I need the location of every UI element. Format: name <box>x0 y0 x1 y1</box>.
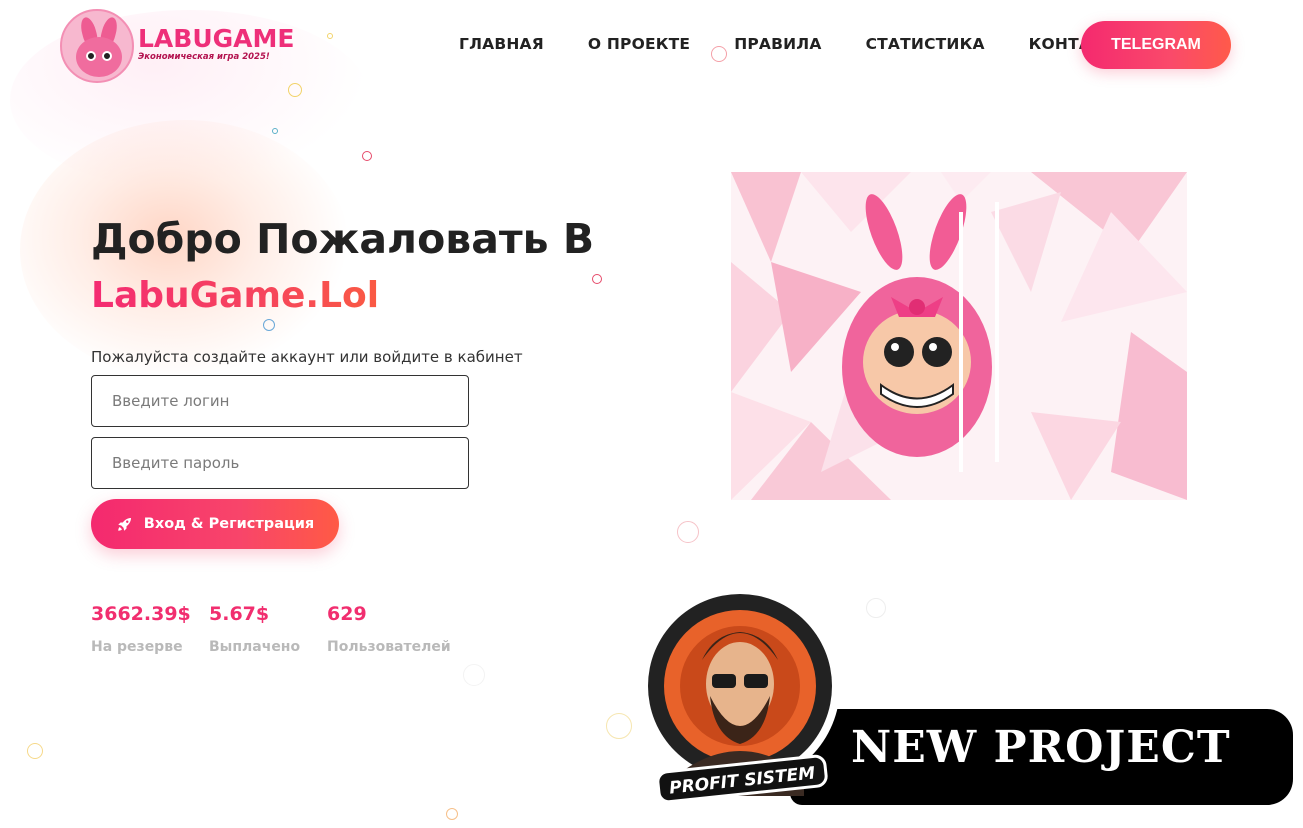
hero-illustration <box>731 172 1187 500</box>
decor-circle <box>463 664 485 686</box>
decor-circle <box>866 598 886 618</box>
logo-mascot-icon <box>60 9 134 83</box>
password-input[interactable] <box>91 437 469 489</box>
site-name-heading: LabuGame.Lol <box>91 270 379 322</box>
decor-circle <box>288 83 302 97</box>
logo-subtitle: Экономическая игра 2025! <box>138 52 270 62</box>
decor-circle <box>446 808 458 820</box>
stat-value: 5.67$ <box>209 603 270 625</box>
stat-users: 629 Пользователей <box>327 603 451 655</box>
login-register-button[interactable]: Вход & Регистрация <box>91 499 339 549</box>
decor-circle <box>362 151 372 161</box>
stat-label: На резерве <box>91 639 183 655</box>
stat-reserve: 3662.39$ На резерве <box>91 603 191 655</box>
nav-item-about[interactable]: О ПРОЕКТЕ <box>588 35 690 53</box>
stat-value: 3662.39$ <box>91 603 191 625</box>
decor-circle <box>606 713 632 739</box>
promo-text: NEW PROJECT <box>851 722 1231 773</box>
decor-circle <box>27 743 43 759</box>
nav-item-rules[interactable]: ПРАВИЛА <box>734 35 821 53</box>
decor-circle <box>327 33 333 39</box>
logo-title: LABUGAME <box>138 24 295 53</box>
nav-item-statistics[interactable]: СТАТИСТИКА <box>866 35 985 53</box>
mascot-illustration <box>731 172 1187 500</box>
profit-sistem-badge-icon: PROFIT SISTEM <box>640 586 840 804</box>
login-hint: Пожалуйста создайте аккаунт или войдите … <box>91 348 523 366</box>
decor-circle <box>272 128 278 134</box>
nav-item-home[interactable]: ГЛАВНАЯ <box>459 35 544 53</box>
stat-paid: 5.67$ Выплачено <box>209 603 300 655</box>
rocket-icon <box>118 518 131 531</box>
decor-circle <box>677 521 699 543</box>
telegram-button[interactable]: TELEGRAM <box>1081 21 1231 69</box>
page-title: Добро Пожаловать В <box>91 215 595 263</box>
stat-label: Выплачено <box>209 639 301 655</box>
login-input[interactable] <box>91 375 469 427</box>
decor-circle <box>592 274 602 284</box>
stat-label: Пользователей <box>327 639 451 655</box>
stat-value: 629 <box>327 603 367 625</box>
site-logo[interactable]: LABUGAME Экономическая игра 2025! <box>60 9 294 83</box>
main-nav: ГЛАВНАЯ О ПРОЕКТЕ ПРАВИЛА СТАТИСТИКА КОН… <box>459 35 1159 53</box>
login-register-label: Вход & Регистрация <box>143 516 315 532</box>
